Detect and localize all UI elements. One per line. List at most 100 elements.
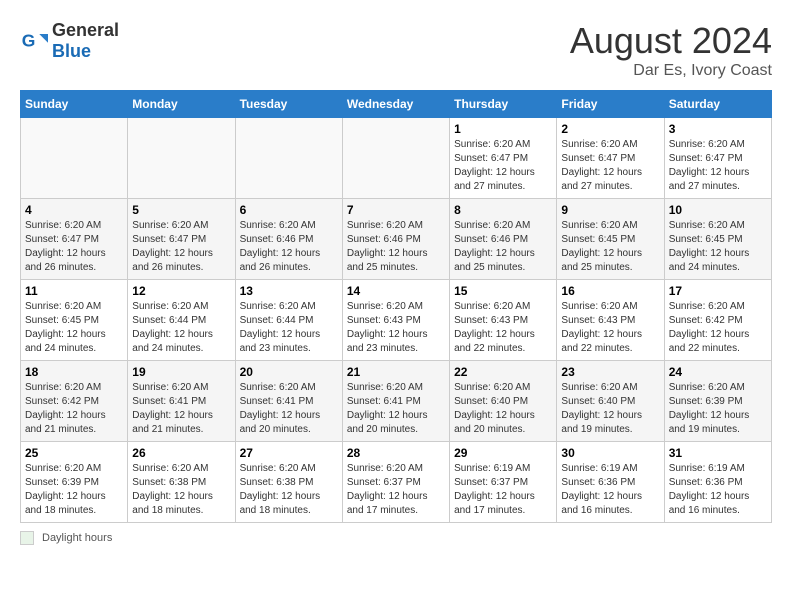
logo-text: General Blue — [52, 20, 119, 62]
day-number: 1 — [454, 122, 552, 136]
calendar-cell — [128, 118, 235, 199]
calendar-cell: 14Sunrise: 6:20 AMSunset: 6:43 PMDayligh… — [342, 280, 449, 361]
calendar-cell: 28 Sunrise: 6:20 AMSunset: 6:37 PMDayligh… — [342, 442, 449, 523]
calendar-cell — [342, 118, 449, 199]
day-number: 3 — [669, 122, 767, 136]
calendar-cell: 6 Sunrise: 6:20 AMSunset: 6:46 PMDaylight… — [235, 199, 342, 280]
day-number: 20 — [240, 365, 338, 379]
month-year: August 2024 — [570, 20, 772, 62]
location: Dar Es, Ivory Coast — [570, 62, 772, 80]
day-info: Sunrise: 6:20 AMSunset: 6:45 PMDaylight:… — [669, 219, 767, 275]
day-info: Sunrise: 6:20 AMSunset: 6:38 PMDaylight:… — [132, 462, 230, 518]
day-info: Sunrise: 6:20 AMSunset: 6:42 PMDaylight:… — [25, 381, 123, 437]
day-info: Sunrise: 6:20 AMSunset: 6:37 PMDaylight:… — [347, 462, 445, 518]
calendar-cell: 18 Sunrise: 6:20 AMSunset: 6:42 PMDayligh… — [21, 361, 128, 442]
calendar-cell: 3 Sunrise: 6:20 AMSunset: 6:47 PMDaylight… — [664, 118, 771, 199]
day-number: 17 — [669, 284, 767, 298]
day-info: Sunrise: 6:20 AMSunset: 6:42 PMDaylight:… — [669, 300, 767, 356]
calendar-week-row: 11 Sunrise: 6:20 AMSunset: 6:45 PMDayligh… — [21, 280, 772, 361]
day-info: Sunrise: 6:20 AMSunset: 6:44 PMDaylight:… — [240, 300, 338, 356]
day-info: Sunrise: 6:20 AMSunset: 6:44 PMDaylight:… — [132, 300, 230, 356]
calendar-cell: 4 Sunrise: 6:20 AMSunset: 6:47 PMDaylight… — [21, 199, 128, 280]
day-number: 18 — [25, 365, 123, 379]
daylight-legend-box — [20, 531, 34, 545]
day-info: Sunrise: 6:20 AMSunset: 6:41 PMDaylight:… — [240, 381, 338, 437]
day-info: Sunrise: 6:20 AMSunset: 6:47 PMDaylight:… — [561, 138, 659, 194]
day-number: 25 — [25, 446, 123, 460]
calendar-cell: 16Sunrise: 6:20 AMSunset: 6:43 PMDayligh… — [557, 280, 664, 361]
day-info: Sunrise: 6:20 AMSunset: 6:39 PMDaylight:… — [25, 462, 123, 518]
calendar-cell: 24 Sunrise: 6:20 AMSunset: 6:39 PMDayligh… — [664, 361, 771, 442]
calendar-cell: 2Sunrise: 6:20 AMSunset: 6:47 PMDaylight… — [557, 118, 664, 199]
day-number: 5 — [132, 203, 230, 217]
day-info: Sunrise: 6:20 AMSunset: 6:47 PMDaylight:… — [132, 219, 230, 275]
weekday-header: Monday — [128, 91, 235, 118]
day-number: 9 — [561, 203, 659, 217]
calendar-cell: 22 Sunrise: 6:20 AMSunset: 6:40 PMDayligh… — [450, 361, 557, 442]
day-info: Sunrise: 6:20 AMSunset: 6:47 PMDaylight:… — [454, 138, 552, 194]
day-number: 30 — [561, 446, 659, 460]
calendar-cell: 13 Sunrise: 6:20 AMSunset: 6:44 PMDayligh… — [235, 280, 342, 361]
day-info: Sunrise: 6:20 AMSunset: 6:45 PMDaylight:… — [25, 300, 123, 356]
day-info: Sunrise: 6:20 AMSunset: 6:47 PMDaylight:… — [25, 219, 123, 275]
logo-icon: G — [20, 27, 48, 55]
day-info: Sunrise: 6:19 AMSunset: 6:37 PMDaylight:… — [454, 462, 552, 518]
day-number: 15 — [454, 284, 552, 298]
day-info: Sunrise: 6:20 AMSunset: 6:40 PMDaylight:… — [454, 381, 552, 437]
calendar-cell — [21, 118, 128, 199]
weekday-header: Thursday — [450, 91, 557, 118]
day-number: 16 — [561, 284, 659, 298]
calendar-cell: 1 Sunrise: 6:20 AMSunset: 6:47 PMDaylight… — [450, 118, 557, 199]
day-info: Sunrise: 6:20 AMSunset: 6:43 PMDaylight:… — [347, 300, 445, 356]
day-number: 27 — [240, 446, 338, 460]
calendar-cell: 15 Sunrise: 6:20 AMSunset: 6:43 PMDayligh… — [450, 280, 557, 361]
day-number: 21 — [347, 365, 445, 379]
day-number: 13 — [240, 284, 338, 298]
calendar-table: SundayMondayTuesdayWednesdayThursdayFrid… — [20, 90, 772, 523]
day-info: Sunrise: 6:20 AMSunset: 6:41 PMDaylight:… — [132, 381, 230, 437]
calendar-week-row: 4 Sunrise: 6:20 AMSunset: 6:47 PMDaylight… — [21, 199, 772, 280]
calendar-cell: 9Sunrise: 6:20 AMSunset: 6:45 PMDaylight… — [557, 199, 664, 280]
day-number: 28 — [347, 446, 445, 460]
daylight-label: Daylight hours — [42, 532, 112, 544]
calendar-cell: 7Sunrise: 6:20 AMSunset: 6:46 PMDaylight… — [342, 199, 449, 280]
day-info: Sunrise: 6:20 AMSunset: 6:47 PMDaylight:… — [669, 138, 767, 194]
calendar-cell: 31Sunrise: 6:19 AMSunset: 6:36 PMDayligh… — [664, 442, 771, 523]
weekday-header: Tuesday — [235, 91, 342, 118]
day-info: Sunrise: 6:20 AMSunset: 6:41 PMDaylight:… — [347, 381, 445, 437]
weekday-header: Friday — [557, 91, 664, 118]
day-number: 4 — [25, 203, 123, 217]
calendar-cell: 17 Sunrise: 6:20 AMSunset: 6:42 PMDayligh… — [664, 280, 771, 361]
day-number: 10 — [669, 203, 767, 217]
day-info: Sunrise: 6:20 AMSunset: 6:43 PMDaylight:… — [454, 300, 552, 356]
calendar-week-row: 18 Sunrise: 6:20 AMSunset: 6:42 PMDayligh… — [21, 361, 772, 442]
calendar-cell: 12 Sunrise: 6:20 AMSunset: 6:44 PMDayligh… — [128, 280, 235, 361]
day-number: 12 — [132, 284, 230, 298]
day-number: 24 — [669, 365, 767, 379]
logo: G General Blue — [20, 20, 119, 62]
weekday-header-row: SundayMondayTuesdayWednesdayThursdayFrid… — [21, 91, 772, 118]
day-info: Sunrise: 6:19 AMSunset: 6:36 PMDaylight:… — [561, 462, 659, 518]
page-header: G General Blue August 2024 Dar Es, Ivory… — [20, 20, 772, 80]
day-number: 11 — [25, 284, 123, 298]
weekday-header: Sunday — [21, 91, 128, 118]
day-info: Sunrise: 6:20 AMSunset: 6:40 PMDaylight:… — [561, 381, 659, 437]
calendar-cell: 5 Sunrise: 6:20 AMSunset: 6:47 PMDaylight… — [128, 199, 235, 280]
calendar-week-row: 1 Sunrise: 6:20 AMSunset: 6:47 PMDaylight… — [21, 118, 772, 199]
day-number: 31 — [669, 446, 767, 460]
calendar-cell: 23Sunrise: 6:20 AMSunset: 6:40 PMDayligh… — [557, 361, 664, 442]
svg-text:G: G — [22, 30, 36, 50]
day-number: 26 — [132, 446, 230, 460]
day-number: 22 — [454, 365, 552, 379]
calendar-cell: 27Sunrise: 6:20 AMSunset: 6:38 PMDayligh… — [235, 442, 342, 523]
calendar-week-row: 25 Sunrise: 6:20 AMSunset: 6:39 PMDayligh… — [21, 442, 772, 523]
title-block: August 2024 Dar Es, Ivory Coast — [570, 20, 772, 80]
weekday-header: Saturday — [664, 91, 771, 118]
logo-blue: Blue — [52, 41, 91, 61]
day-info: Sunrise: 6:20 AMSunset: 6:46 PMDaylight:… — [240, 219, 338, 275]
day-number: 29 — [454, 446, 552, 460]
day-info: Sunrise: 6:20 AMSunset: 6:39 PMDaylight:… — [669, 381, 767, 437]
day-number: 6 — [240, 203, 338, 217]
weekday-header: Wednesday — [342, 91, 449, 118]
calendar-cell — [235, 118, 342, 199]
